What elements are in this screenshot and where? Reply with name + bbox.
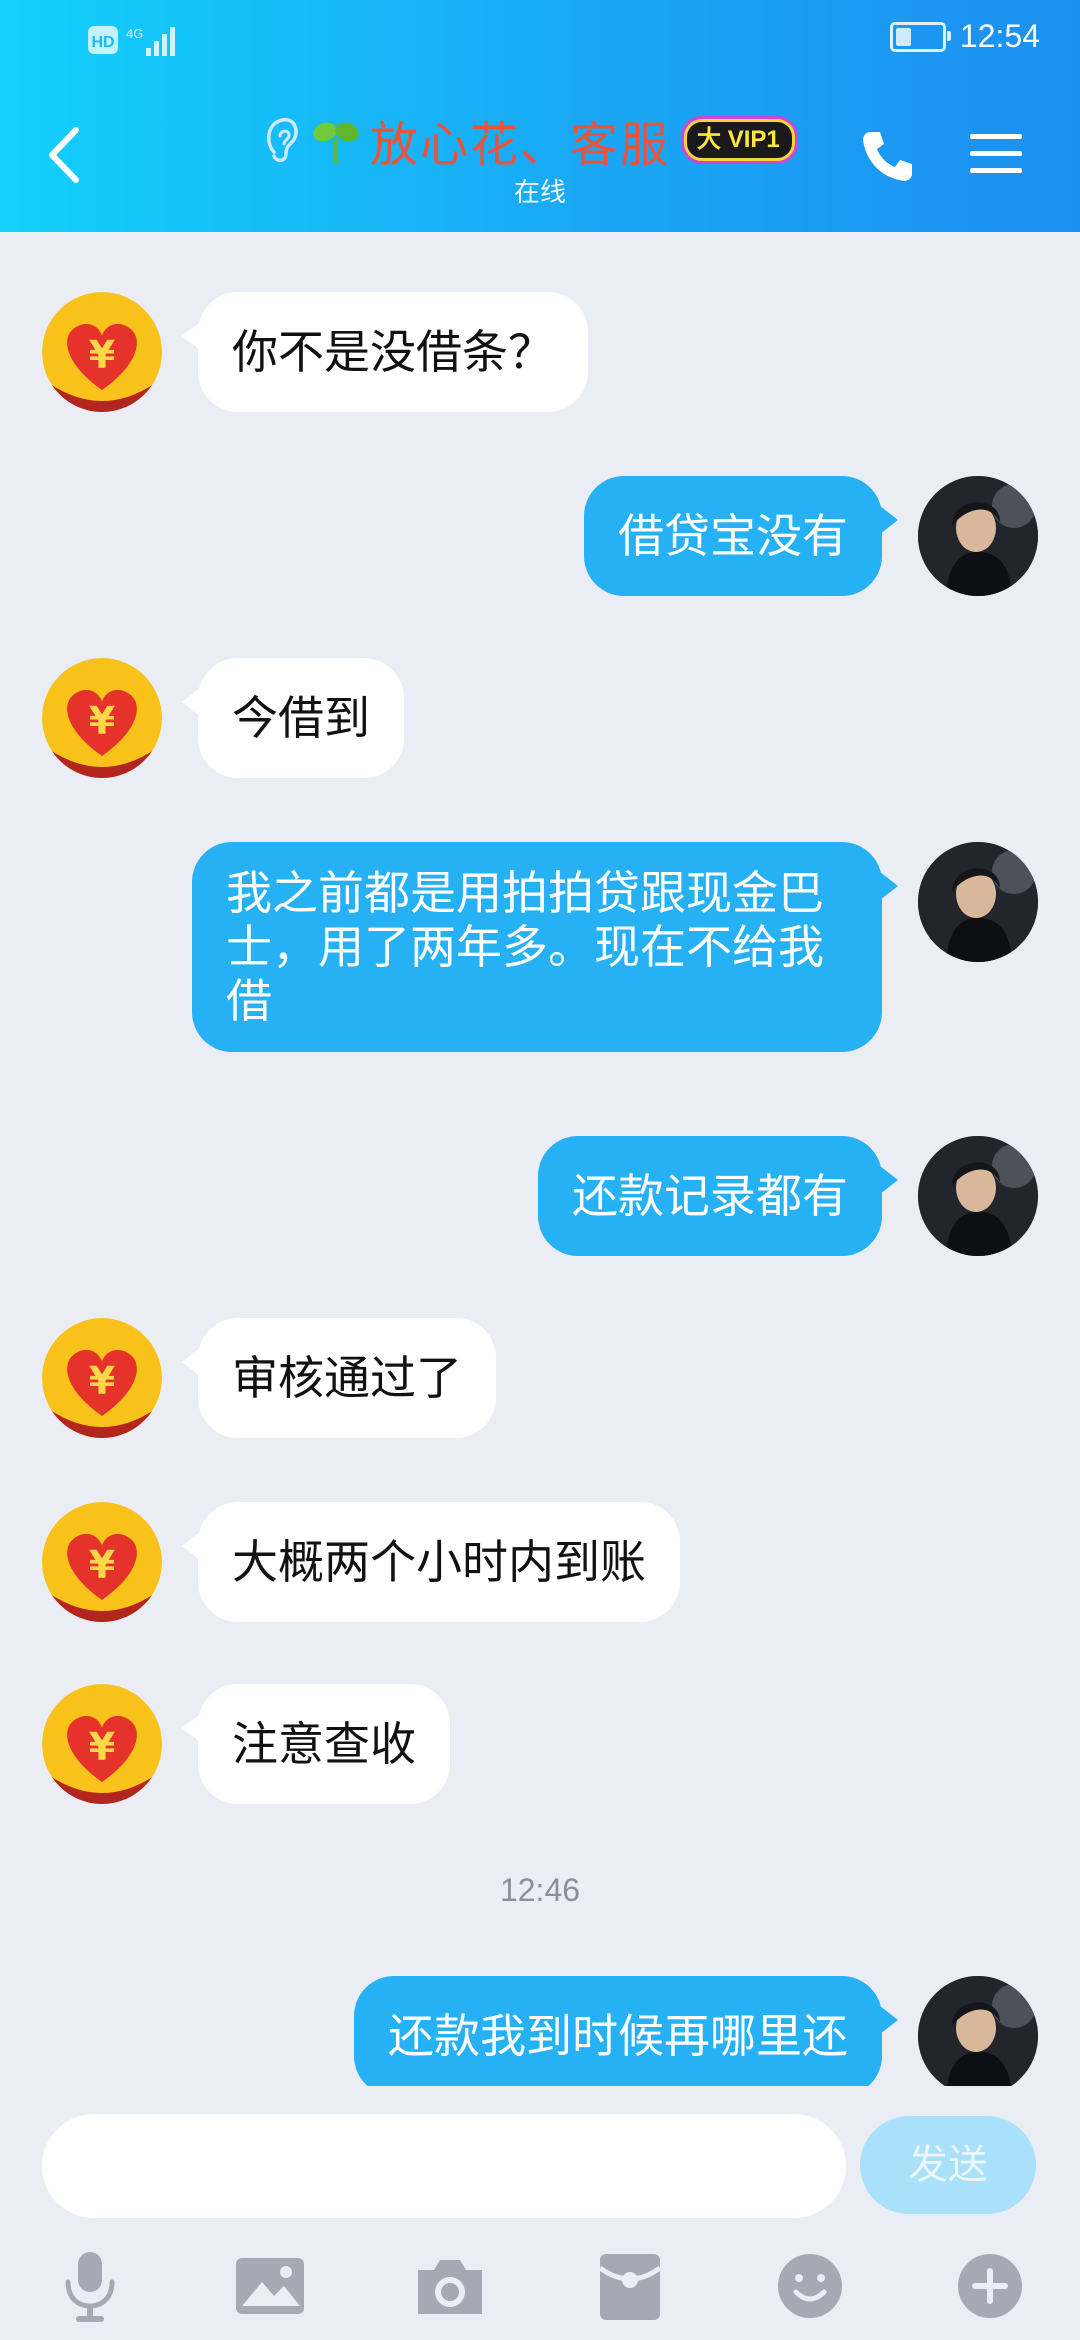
svg-text:HD: HD bbox=[91, 34, 114, 51]
message-bubble[interactable]: 我之前都是用拍拍贷跟现金巴士，用了两年多。现在不给我借 bbox=[192, 842, 898, 1052]
plus-icon[interactable] bbox=[950, 2248, 1030, 2324]
svg-text:¥: ¥ bbox=[89, 333, 115, 377]
svg-text:¥: ¥ bbox=[89, 1543, 115, 1587]
message-bubble[interactable]: 注意查收 bbox=[182, 1684, 450, 1804]
message-bubble[interactable]: 大概两个小时内到账 bbox=[182, 1502, 680, 1622]
svg-text:¥: ¥ bbox=[89, 1725, 115, 1769]
image-icon[interactable] bbox=[230, 2248, 310, 2324]
service-avatar[interactable]: ¥ bbox=[42, 1502, 162, 1622]
camera-icon[interactable] bbox=[410, 2248, 490, 2324]
service-avatar[interactable]: ¥ bbox=[42, 1318, 162, 1438]
microphone-icon[interactable] bbox=[50, 2248, 130, 2324]
user-photo bbox=[918, 842, 1038, 962]
emoji-icon[interactable] bbox=[770, 2248, 850, 2324]
menu-icon[interactable] bbox=[970, 130, 1022, 178]
yuan-heart-icon: ¥ bbox=[42, 1684, 162, 1804]
user-avatar[interactable] bbox=[918, 476, 1038, 596]
yuan-heart-icon: ¥ bbox=[42, 292, 162, 412]
red-packet-icon[interactable] bbox=[590, 2248, 670, 2324]
chat-title[interactable]: 放心花、客服 大 VIP1 bbox=[262, 108, 795, 173]
yuan-heart-icon: ¥ bbox=[42, 1502, 162, 1622]
network-signal-icon: HD 4G bbox=[88, 26, 175, 56]
user-avatar[interactable] bbox=[918, 842, 1038, 962]
message-bubble[interactable]: 今借到 bbox=[182, 658, 404, 778]
message-bubble[interactable]: 借贷宝没有 bbox=[584, 476, 898, 596]
yuan-heart-icon: ¥ bbox=[42, 1318, 162, 1438]
yuan-heart-icon: ¥ bbox=[42, 658, 162, 778]
send-button[interactable]: 发送 bbox=[860, 2116, 1036, 2214]
user-avatar[interactable] bbox=[918, 1136, 1038, 1256]
presence-status: 在线 bbox=[513, 178, 566, 208]
service-avatar[interactable]: ¥ bbox=[42, 658, 162, 778]
svg-text:¥: ¥ bbox=[89, 699, 115, 743]
input-toolbar bbox=[0, 2240, 1080, 2340]
svg-text:4G: 4G bbox=[126, 26, 143, 41]
message-bubble[interactable]: 你不是没借条？ bbox=[182, 292, 588, 412]
user-avatar[interactable] bbox=[918, 1976, 1038, 2086]
user-photo bbox=[918, 1136, 1038, 1256]
message-bubble[interactable]: 还款记录都有 bbox=[538, 1136, 898, 1256]
service-avatar[interactable]: ¥ bbox=[42, 1684, 162, 1804]
message-bubble[interactable]: 还款我到时候再哪里还 bbox=[354, 1976, 898, 2086]
sprout-icon bbox=[313, 122, 359, 164]
chat-header: HD 4G 12:54 放心花、客服 大 VIP1 在线 bbox=[0, 0, 1080, 232]
status-time: 12:54 bbox=[959, 18, 1040, 54]
battery-icon bbox=[889, 21, 951, 52]
phone-call-icon[interactable] bbox=[858, 126, 918, 186]
message-timestamp: 12:46 bbox=[499, 1872, 581, 1908]
vip-badge: 大 VIP1 bbox=[684, 119, 795, 161]
svg-text:¥: ¥ bbox=[89, 1359, 115, 1403]
service-avatar[interactable]: ¥ bbox=[42, 292, 162, 412]
message-list[interactable]: ¥ 你不是没借条？ 借贷宝没有 ¥ 今借到 我之前都是用拍拍贷跟现金巴士，用了两… bbox=[0, 232, 1080, 2086]
status-right: 12:54 bbox=[889, 18, 1040, 55]
user-photo bbox=[918, 1976, 1038, 2086]
user-photo bbox=[918, 476, 1038, 596]
ear-icon bbox=[267, 118, 298, 162]
contact-name: 放心花、客服 bbox=[370, 117, 671, 173]
message-bubble[interactable]: 审核通过了 bbox=[182, 1318, 496, 1438]
message-input[interactable] bbox=[42, 2114, 846, 2218]
